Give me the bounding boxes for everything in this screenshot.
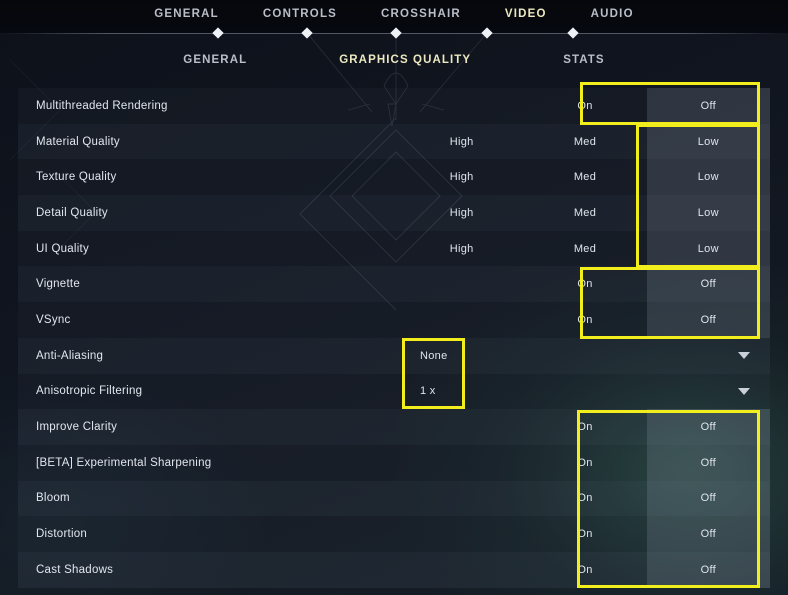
- settings-list: Multithreaded Rendering On Off Material Qua…: [18, 88, 770, 588]
- option-group: On Off: [400, 266, 770, 303]
- chevron-down-icon[interactable]: [738, 387, 750, 395]
- option-high[interactable]: High: [400, 159, 523, 195]
- option-off[interactable]: Off: [646, 266, 770, 303]
- option-high[interactable]: High: [400, 231, 523, 267]
- option-group: High Med Low: [400, 123, 770, 160]
- setting-row-anisotropic-filtering: Anisotropic Filtering 1 x: [18, 373, 770, 410]
- option-med[interactable]: Med: [523, 124, 646, 160]
- setting-row-distortion: Distortion On Off: [18, 516, 770, 552]
- setting-row-vsync: VSync On Off: [18, 302, 770, 338]
- setting-label: Cast Shadows: [36, 563, 114, 576]
- option-off[interactable]: Off: [646, 480, 770, 517]
- setting-row-anti-aliasing: Anti-Aliasing None: [18, 337, 770, 374]
- option-on[interactable]: On: [523, 516, 646, 552]
- option-group: On Off: [400, 302, 770, 338]
- option-off[interactable]: Off: [646, 88, 770, 124]
- setting-label: Detail Quality: [36, 206, 108, 219]
- option-low[interactable]: Low: [646, 230, 770, 267]
- setting-label: VSync: [36, 313, 71, 326]
- tab-general[interactable]: GENERAL: [154, 8, 219, 20]
- option-group: On Off: [400, 444, 770, 481]
- option-spacer: [400, 445, 523, 481]
- option-off[interactable]: Off: [646, 516, 770, 552]
- subtab-graphics-quality[interactable]: GRAPHICS QUALITY: [339, 54, 471, 66]
- option-low[interactable]: Low: [646, 195, 770, 231]
- option-med[interactable]: Med: [523, 231, 646, 267]
- option-low[interactable]: Low: [646, 159, 770, 196]
- setting-label: Vignette: [36, 278, 80, 291]
- option-on[interactable]: On: [523, 266, 646, 302]
- setting-row-multithreaded-rendering: Multithreaded Rendering On Off: [18, 88, 770, 124]
- option-spacer: [400, 552, 523, 588]
- option-high[interactable]: High: [400, 124, 523, 160]
- option-med[interactable]: Med: [523, 159, 646, 195]
- setting-label: Texture Quality: [36, 171, 117, 184]
- option-on[interactable]: On: [523, 481, 646, 517]
- option-group: High Med Low: [400, 159, 770, 196]
- option-spacer: [400, 481, 523, 517]
- subtab-general[interactable]: GENERAL: [183, 54, 247, 66]
- main-tabs: GENERAL CONTROLS CROSSHAIR VIDEO AUDIO: [0, 8, 788, 20]
- setting-row-cast-shadows: Cast Shadows On Off: [18, 551, 770, 588]
- option-on[interactable]: On: [523, 302, 646, 338]
- chevron-down-icon[interactable]: [738, 352, 750, 360]
- option-on[interactable]: On: [523, 88, 646, 124]
- setting-label: Multithreaded Rendering: [36, 99, 168, 112]
- option-off[interactable]: Off: [646, 551, 770, 588]
- option-off[interactable]: Off: [646, 409, 770, 445]
- setting-row-texture-quality: Texture Quality High Med Low: [18, 159, 770, 196]
- setting-label: UI Quality: [36, 242, 89, 255]
- tab-video[interactable]: VIDEO: [505, 8, 547, 20]
- option-group: On Off: [400, 551, 770, 588]
- dropdown-value: None: [420, 349, 448, 362]
- setting-row-beta-experimental-sharpening: [BETA] Experimental Sharpening On Off: [18, 444, 770, 481]
- option-off[interactable]: Off: [646, 302, 770, 338]
- settings-screen: GENERAL CONTROLS CROSSHAIR VIDEO AUDIO G…: [0, 0, 788, 595]
- setting-row-ui-quality: UI Quality High Med Low: [18, 230, 770, 267]
- option-group: On Off: [400, 88, 770, 124]
- option-on[interactable]: On: [523, 409, 646, 445]
- setting-label: Improve Clarity: [36, 421, 118, 434]
- subtab-stats[interactable]: STATS: [563, 54, 605, 66]
- setting-label: [BETA] Experimental Sharpening: [36, 456, 212, 469]
- dropdown-value: 1 x: [420, 385, 436, 398]
- setting-label: Anisotropic Filtering: [36, 385, 143, 398]
- setting-row-improve-clarity: Improve Clarity On Off: [18, 409, 770, 445]
- setting-label: Anti-Aliasing: [36, 349, 104, 362]
- option-group: High Med Low: [400, 230, 770, 267]
- option-low[interactable]: Low: [646, 123, 770, 160]
- setting-row-detail-quality: Detail Quality High Med Low: [18, 195, 770, 231]
- option-on[interactable]: On: [523, 552, 646, 588]
- setting-row-vignette: Vignette On Off: [18, 266, 770, 303]
- setting-label: Distortion: [36, 528, 88, 541]
- option-group: On Off: [400, 516, 770, 552]
- tab-controls[interactable]: CONTROLS: [263, 8, 337, 20]
- option-med[interactable]: Med: [523, 195, 646, 231]
- option-spacer: [400, 266, 523, 302]
- setting-row-material-quality: Material Quality High Med Low: [18, 123, 770, 160]
- setting-row-bloom: Bloom On Off: [18, 480, 770, 517]
- option-spacer: [400, 302, 523, 338]
- sub-tabs: GENERAL GRAPHICS QUALITY STATS: [0, 54, 788, 66]
- dropdown-anti-aliasing[interactable]: None: [400, 338, 770, 374]
- option-spacer: [400, 516, 523, 552]
- setting-label: Bloom: [36, 492, 70, 505]
- option-high[interactable]: High: [400, 195, 523, 231]
- option-group: On Off: [400, 409, 770, 445]
- option-off[interactable]: Off: [646, 444, 770, 481]
- tab-crosshair[interactable]: CROSSHAIR: [381, 8, 461, 20]
- option-on[interactable]: On: [523, 445, 646, 481]
- option-group: On Off: [400, 480, 770, 517]
- dropdown-anisotropic-filtering[interactable]: 1 x: [400, 374, 770, 410]
- option-spacer: [400, 409, 523, 445]
- tab-audio[interactable]: AUDIO: [591, 8, 634, 20]
- option-group: High Med Low: [400, 195, 770, 231]
- option-spacer: [400, 88, 523, 124]
- setting-label: Material Quality: [36, 135, 120, 148]
